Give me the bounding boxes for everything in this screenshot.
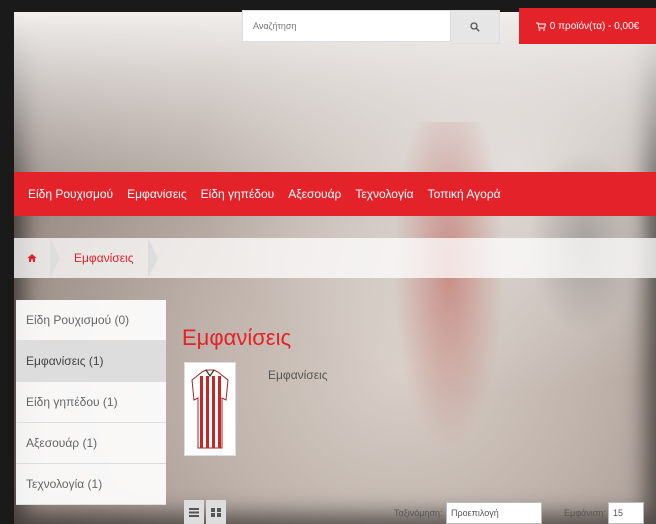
cart-label: 0 προϊόν(τα) - 0,00€ [549, 20, 640, 32]
nav-item-kits[interactable]: Εμφανίσεις [127, 187, 187, 201]
search-input[interactable] [242, 10, 452, 42]
list-view-button[interactable] [184, 500, 204, 524]
search-bar [242, 10, 500, 44]
sidebar-item-technology[interactable]: Τεχνολογία (1) [16, 464, 166, 505]
sort-label: Ταξινόμηση: [394, 508, 443, 518]
nav-item-pitch[interactable]: Είδη γηπέδου [201, 187, 275, 201]
show-label: Εμφάνιση: [564, 508, 606, 518]
breadcrumb-home[interactable] [14, 238, 50, 278]
search-button[interactable] [451, 10, 500, 44]
sidebar-item-accessories[interactable]: Αξεσουάρ (1) [16, 423, 166, 464]
breadcrumb-separator [50, 238, 60, 278]
sort-select[interactable]: Προεπιλογή [446, 502, 542, 524]
search-icon [470, 22, 480, 32]
sidebar-item-kits[interactable]: Εμφανίσεις (1) [16, 341, 166, 382]
cart-button[interactable]: 0 προϊόν(τα) - 0,00€ [519, 8, 656, 44]
grid-icon [211, 507, 221, 517]
breadcrumb-current[interactable]: Εμφανίσεις [60, 251, 148, 265]
sidebar-item-pitch[interactable]: Είδη γηπέδου (1) [16, 382, 166, 423]
sidebar-item-clothing[interactable]: Είδη Ρουχισμού (0) [16, 300, 166, 341]
breadcrumb-separator [147, 238, 158, 278]
category-thumbnail[interactable] [184, 362, 236, 456]
main-navbar: Είδη Ρουχισμού Εμφανίσεις Είδη γηπέδου Α… [14, 172, 656, 216]
home-icon [27, 254, 37, 262]
nav-item-clothing[interactable]: Είδη Ρουχισμού [28, 187, 113, 201]
category-sidebar: Είδη Ρουχισμού (0) Εμφανίσεις (1) Είδη γ… [16, 300, 166, 505]
breadcrumb: Εμφανίσεις [14, 238, 656, 278]
show-limit-select[interactable]: 15 [608, 502, 644, 524]
category-description: Εμφανίσεις [268, 368, 328, 382]
nav-item-technology[interactable]: Τεχνολογία [355, 187, 413, 201]
nav-item-accessories[interactable]: Αξεσουάρ [288, 187, 341, 201]
jersey-icon [191, 369, 229, 449]
page-title: Εμφανίσεις [182, 325, 292, 350]
grid-view-button[interactable] [206, 500, 226, 524]
list-icon [189, 507, 199, 517]
cart-icon [535, 22, 546, 31]
product-toolbar: Ταξινόμηση: Προεπιλογή Εμφάνιση: 15 [184, 500, 644, 524]
nav-item-local-market[interactable]: Τοπική Αγορά [428, 187, 501, 201]
